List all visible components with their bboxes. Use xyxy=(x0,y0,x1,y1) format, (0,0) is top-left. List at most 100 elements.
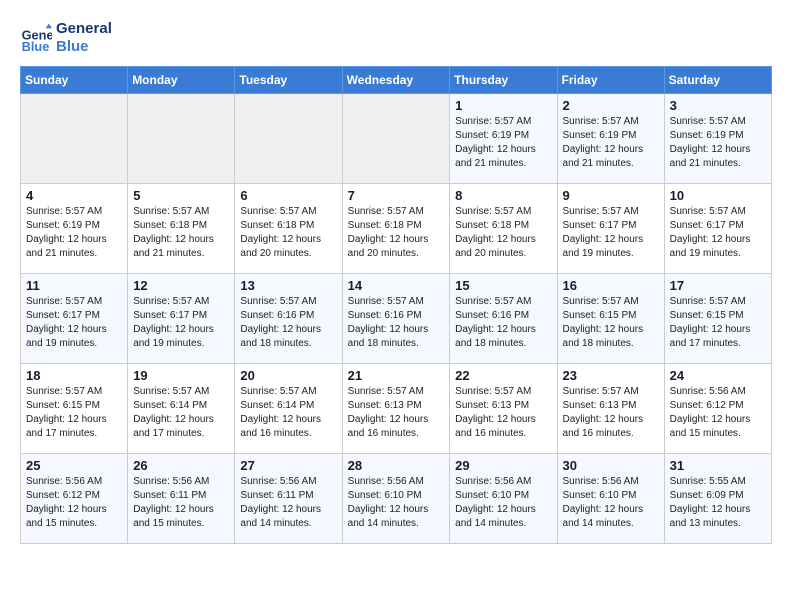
week-row-2: 4Sunrise: 5:57 AMSunset: 6:19 PMDaylight… xyxy=(21,184,772,274)
weekday-monday: Monday xyxy=(128,67,235,94)
day-info: Sunrise: 5:56 AMSunset: 6:10 PMDaylight:… xyxy=(348,475,445,531)
day-number: 26 xyxy=(133,458,229,473)
day-cell: 31Sunrise: 5:55 AMSunset: 6:09 PMDayligh… xyxy=(664,454,771,544)
week-row-4: 18 Sunrise: 5:57 AMSunset: 6:15 PMDayligh… xyxy=(21,364,772,454)
day-number: 1 xyxy=(455,98,551,113)
day-cell: 26 Sunrise: 5:56 AMSunset: 6:11 PMDayligh… xyxy=(128,454,235,544)
day-cell: 14Sunrise: 5:57 AMSunset: 6:16 PMDayligh… xyxy=(342,274,450,364)
day-cell xyxy=(128,94,235,184)
logo-icon: General Blue xyxy=(20,22,52,54)
day-cell: 10 Sunrise: 5:57 AMSunset: 6:17 PMDayligh… xyxy=(664,184,771,274)
day-info: Sunrise: 5:57 AMSunset: 6:14 PMDaylight:… xyxy=(240,385,336,441)
calendar-table: SundayMondayTuesdayWednesdayThursdayFrid… xyxy=(20,66,772,544)
day-cell: 27 Sunrise: 5:56 AMSunset: 6:11 PMDayligh… xyxy=(235,454,342,544)
day-number: 10 xyxy=(670,188,766,203)
day-info: Sunrise: 5:57 AMSunset: 6:17 PMDaylight:… xyxy=(670,205,766,261)
day-number: 11 xyxy=(26,278,122,293)
day-info: Sunrise: 5:57 AMSunset: 6:19 PMDaylight:… xyxy=(455,115,551,171)
day-info: Sunrise: 5:57 AMSunset: 6:16 PMDaylight:… xyxy=(348,295,445,351)
day-cell: 25 Sunrise: 5:56 AMSunset: 6:12 PMDayligh… xyxy=(21,454,128,544)
day-number: 27 xyxy=(240,458,336,473)
day-info: Sunrise: 5:57 AMSunset: 6:16 PMDaylight:… xyxy=(455,295,551,351)
day-info: Sunrise: 5:56 AMSunset: 6:12 PMDaylight:… xyxy=(670,385,766,441)
day-number: 16 xyxy=(563,278,659,293)
day-cell: 4Sunrise: 5:57 AMSunset: 6:19 PMDaylight… xyxy=(21,184,128,274)
week-row-5: 25 Sunrise: 5:56 AMSunset: 6:12 PMDayligh… xyxy=(21,454,772,544)
day-info: Sunrise: 5:56 AMSunset: 6:10 PMDaylight:… xyxy=(455,475,551,531)
day-number: 23 xyxy=(563,368,659,383)
day-info: Sunrise: 5:57 AMSunset: 6:19 PMDaylight:… xyxy=(26,205,122,261)
week-row-3: 11 Sunrise: 5:57 AMSunset: 6:17 PMDayligh… xyxy=(21,274,772,364)
calendar-header: SundayMondayTuesdayWednesdayThursdayFrid… xyxy=(21,67,772,94)
day-cell: 17Sunrise: 5:57 AMSunset: 6:15 PMDayligh… xyxy=(664,274,771,364)
day-cell: 20Sunrise: 5:57 AMSunset: 6:14 PMDayligh… xyxy=(235,364,342,454)
day-info: Sunrise: 5:57 AMSunset: 6:18 PMDaylight:… xyxy=(348,205,445,261)
day-cell: 28 Sunrise: 5:56 AMSunset: 6:10 PMDayligh… xyxy=(342,454,450,544)
day-cell: 5 Sunrise: 5:57 AMSunset: 6:18 PMDaylight… xyxy=(128,184,235,274)
day-info: Sunrise: 5:57 AMSunset: 6:18 PMDaylight:… xyxy=(240,205,336,261)
day-cell: 24 Sunrise: 5:56 AMSunset: 6:12 PMDayligh… xyxy=(664,364,771,454)
day-info: Sunrise: 5:57 AMSunset: 6:13 PMDaylight:… xyxy=(455,385,551,441)
day-cell: 2Sunrise: 5:57 AMSunset: 6:19 PMDaylight… xyxy=(557,94,664,184)
day-number: 5 xyxy=(133,188,229,203)
day-cell xyxy=(235,94,342,184)
day-info: Sunrise: 5:57 AMSunset: 6:17 PMDaylight:… xyxy=(563,205,659,261)
day-info: Sunrise: 5:56 AMSunset: 6:10 PMDaylight:… xyxy=(563,475,659,531)
day-info: Sunrise: 5:56 AMSunset: 6:11 PMDaylight:… xyxy=(240,475,336,531)
day-number: 31 xyxy=(670,458,766,473)
day-number: 25 xyxy=(26,458,122,473)
day-number: 13 xyxy=(240,278,336,293)
day-number: 12 xyxy=(133,278,229,293)
day-number: 28 xyxy=(348,458,445,473)
day-info: Sunrise: 5:57 AMSunset: 6:13 PMDaylight:… xyxy=(563,385,659,441)
day-info: Sunrise: 5:57 AMSunset: 6:17 PMDaylight:… xyxy=(26,295,122,351)
logo-blue: Blue xyxy=(56,38,112,56)
day-info: Sunrise: 5:57 AMSunset: 6:19 PMDaylight:… xyxy=(563,115,659,171)
day-number: 6 xyxy=(240,188,336,203)
day-number: 29 xyxy=(455,458,551,473)
logo: General Blue General Blue xyxy=(20,20,112,56)
page-header: General Blue General Blue xyxy=(20,20,772,56)
day-cell xyxy=(342,94,450,184)
day-cell: 30 Sunrise: 5:56 AMSunset: 6:10 PMDayligh… xyxy=(557,454,664,544)
day-number: 15 xyxy=(455,278,551,293)
day-number: 17 xyxy=(670,278,766,293)
week-row-1: 1 Sunrise: 5:57 AMSunset: 6:19 PMDaylight… xyxy=(21,94,772,184)
day-number: 8 xyxy=(455,188,551,203)
day-info: Sunrise: 5:57 AMSunset: 6:15 PMDaylight:… xyxy=(26,385,122,441)
day-info: Sunrise: 5:57 AMSunset: 6:16 PMDaylight:… xyxy=(240,295,336,351)
day-info: Sunrise: 5:57 AMSunset: 6:14 PMDaylight:… xyxy=(133,385,229,441)
day-cell: 16 Sunrise: 5:57 AMSunset: 6:15 PMDayligh… xyxy=(557,274,664,364)
day-cell: 29 Sunrise: 5:56 AMSunset: 6:10 PMDayligh… xyxy=(450,454,557,544)
day-cell: 8 Sunrise: 5:57 AMSunset: 6:18 PMDaylight… xyxy=(450,184,557,274)
day-number: 9 xyxy=(563,188,659,203)
day-info: Sunrise: 5:57 AMSunset: 6:17 PMDaylight:… xyxy=(133,295,229,351)
day-info: Sunrise: 5:57 AMSunset: 6:18 PMDaylight:… xyxy=(133,205,229,261)
weekday-sunday: Sunday xyxy=(21,67,128,94)
day-number: 30 xyxy=(563,458,659,473)
day-number: 18 xyxy=(26,368,122,383)
day-info: Sunrise: 5:57 AMSunset: 6:18 PMDaylight:… xyxy=(455,205,551,261)
day-cell: 22 Sunrise: 5:57 AMSunset: 6:13 PMDayligh… xyxy=(450,364,557,454)
day-info: Sunrise: 5:57 AMSunset: 6:13 PMDaylight:… xyxy=(348,385,445,441)
day-number: 19 xyxy=(133,368,229,383)
day-number: 24 xyxy=(670,368,766,383)
day-number: 21 xyxy=(348,368,445,383)
calendar-body: 1 Sunrise: 5:57 AMSunset: 6:19 PMDaylight… xyxy=(21,94,772,544)
logo-general: General xyxy=(56,20,112,38)
weekday-friday: Friday xyxy=(557,67,664,94)
day-cell: 23 Sunrise: 5:57 AMSunset: 6:13 PMDayligh… xyxy=(557,364,664,454)
day-cell xyxy=(21,94,128,184)
day-info: Sunrise: 5:56 AMSunset: 6:11 PMDaylight:… xyxy=(133,475,229,531)
weekday-saturday: Saturday xyxy=(664,67,771,94)
day-info: Sunrise: 5:57 AMSunset: 6:19 PMDaylight:… xyxy=(670,115,766,171)
day-cell: 15 Sunrise: 5:57 AMSunset: 6:16 PMDayligh… xyxy=(450,274,557,364)
day-info: Sunrise: 5:56 AMSunset: 6:12 PMDaylight:… xyxy=(26,475,122,531)
day-cell: 18 Sunrise: 5:57 AMSunset: 6:15 PMDayligh… xyxy=(21,364,128,454)
day-info: Sunrise: 5:57 AMSunset: 6:15 PMDaylight:… xyxy=(563,295,659,351)
day-cell: 1 Sunrise: 5:57 AMSunset: 6:19 PMDaylight… xyxy=(450,94,557,184)
day-number: 7 xyxy=(348,188,445,203)
day-cell: 19 Sunrise: 5:57 AMSunset: 6:14 PMDayligh… xyxy=(128,364,235,454)
day-cell: 11 Sunrise: 5:57 AMSunset: 6:17 PMDayligh… xyxy=(21,274,128,364)
day-number: 22 xyxy=(455,368,551,383)
